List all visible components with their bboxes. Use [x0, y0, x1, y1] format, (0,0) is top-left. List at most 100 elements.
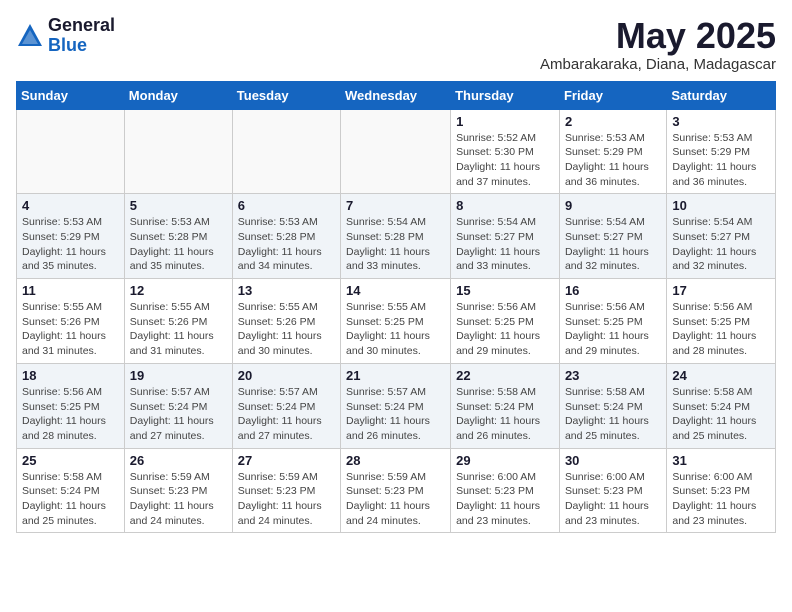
calendar-day-cell: 28 Sunrise: 5:59 AM Sunset: 5:23 PM Dayli… [341, 448, 451, 533]
day-number: 13 [238, 283, 335, 298]
logo: General Blue [16, 16, 115, 56]
day-info: Sunrise: 5:58 AM Sunset: 5:24 PM Dayligh… [672, 385, 770, 444]
day-number: 11 [22, 283, 119, 298]
day-number: 30 [565, 453, 661, 468]
calendar-day-cell: 20 Sunrise: 5:57 AM Sunset: 5:24 PM Dayli… [232, 363, 340, 448]
day-number: 25 [22, 453, 119, 468]
calendar-day-cell [232, 109, 340, 194]
day-number: 12 [130, 283, 227, 298]
day-number: 23 [565, 368, 661, 383]
day-info: Sunrise: 5:57 AM Sunset: 5:24 PM Dayligh… [238, 385, 335, 444]
month-title: May 2025 [540, 16, 776, 56]
calendar-day-cell: 15Sunrise: 5:56 AM Sunset: 5:25 PM Dayli… [451, 279, 560, 364]
calendar-day-cell: 29 Sunrise: 6:00 AM Sunset: 5:23 PM Dayli… [451, 448, 560, 533]
logo-blue: Blue [48, 36, 115, 56]
day-number: 4 [22, 198, 119, 213]
header-day: Saturday [667, 81, 776, 109]
calendar-day-cell: 25 Sunrise: 5:58 AM Sunset: 5:24 PM Dayli… [17, 448, 125, 533]
logo-icon [16, 22, 44, 50]
day-number: 14 [346, 283, 445, 298]
calendar-day-cell: 24 Sunrise: 5:58 AM Sunset: 5:24 PM Dayli… [667, 363, 776, 448]
calendar-day-cell: 1 Sunrise: 5:52 AM Sunset: 5:30 PM Daylig… [451, 109, 560, 194]
day-info: Sunrise: 5:52 AM Sunset: 5:30 PM Dayligh… [456, 131, 554, 190]
day-info: Sunrise: 5:59 AM Sunset: 5:23 PM Dayligh… [130, 470, 227, 529]
logo-text: General Blue [48, 16, 115, 56]
day-number: 16 [565, 283, 661, 298]
day-info: Sunrise: 6:00 AM Sunset: 5:23 PM Dayligh… [672, 470, 770, 529]
day-info: Sunrise: 5:58 AM Sunset: 5:24 PM Dayligh… [22, 470, 119, 529]
day-number: 27 [238, 453, 335, 468]
calendar-day-cell: 13 Sunrise: 5:55 AM Sunset: 5:26 PM Dayli… [232, 279, 340, 364]
calendar-day-cell: 19 Sunrise: 5:57 AM Sunset: 5:24 PM Dayli… [124, 363, 232, 448]
day-info: Sunrise: 5:58 AM Sunset: 5:24 PM Dayligh… [456, 385, 554, 444]
header-day: Thursday [451, 81, 560, 109]
day-number: 24 [672, 368, 770, 383]
day-info: Sunrise: 6:00 AM Sunset: 5:23 PM Dayligh… [565, 470, 661, 529]
page-header: General Blue May 2025 Ambarakaraka, Dian… [16, 16, 776, 73]
calendar-day-cell: 4 Sunrise: 5:53 AM Sunset: 5:29 PM Daylig… [17, 194, 125, 279]
calendar-week-row: 1 Sunrise: 5:52 AM Sunset: 5:30 PM Daylig… [17, 109, 776, 194]
day-number: 7 [346, 198, 445, 213]
day-info: Sunrise: 5:57 AM Sunset: 5:24 PM Dayligh… [346, 385, 445, 444]
header-day: Tuesday [232, 81, 340, 109]
day-number: 3 [672, 114, 770, 129]
day-info: Sunrise: 5:53 AM Sunset: 5:29 PM Dayligh… [22, 215, 119, 274]
calendar-day-cell: 3Sunrise: 5:53 AM Sunset: 5:29 PM Daylig… [667, 109, 776, 194]
header-row: SundayMondayTuesdayWednesdayThursdayFrid… [17, 81, 776, 109]
day-info: Sunrise: 5:56 AM Sunset: 5:25 PM Dayligh… [672, 300, 770, 359]
day-number: 17 [672, 283, 770, 298]
day-number: 10 [672, 198, 770, 213]
day-info: Sunrise: 5:53 AM Sunset: 5:28 PM Dayligh… [130, 215, 227, 274]
day-number: 5 [130, 198, 227, 213]
calendar-week-row: 4 Sunrise: 5:53 AM Sunset: 5:29 PM Daylig… [17, 194, 776, 279]
day-number: 31 [672, 453, 770, 468]
calendar-day-cell: 18Sunrise: 5:56 AM Sunset: 5:25 PM Dayli… [17, 363, 125, 448]
day-number: 6 [238, 198, 335, 213]
day-info: Sunrise: 5:54 AM Sunset: 5:27 PM Dayligh… [672, 215, 770, 274]
header-day: Wednesday [341, 81, 451, 109]
calendar-day-cell: 14 Sunrise: 5:55 AM Sunset: 5:25 PM Dayli… [341, 279, 451, 364]
day-number: 1 [456, 114, 554, 129]
day-number: 19 [130, 368, 227, 383]
calendar-day-cell [17, 109, 125, 194]
calendar-day-cell: 8 Sunrise: 5:54 AM Sunset: 5:27 PM Daylig… [451, 194, 560, 279]
calendar-day-cell: 16 Sunrise: 5:56 AM Sunset: 5:25 PM Dayli… [559, 279, 666, 364]
calendar-body: 1 Sunrise: 5:52 AM Sunset: 5:30 PM Daylig… [17, 109, 776, 533]
day-info: Sunrise: 5:55 AM Sunset: 5:26 PM Dayligh… [130, 300, 227, 359]
day-info: Sunrise: 5:57 AM Sunset: 5:24 PM Dayligh… [130, 385, 227, 444]
day-number: 9 [565, 198, 661, 213]
calendar-day-cell: 12 Sunrise: 5:55 AM Sunset: 5:26 PM Dayli… [124, 279, 232, 364]
day-number: 29 [456, 453, 554, 468]
calendar-day-cell: 23 Sunrise: 5:58 AM Sunset: 5:24 PM Dayli… [559, 363, 666, 448]
day-number: 28 [346, 453, 445, 468]
day-info: Sunrise: 6:00 AM Sunset: 5:23 PM Dayligh… [456, 470, 554, 529]
day-info: Sunrise: 5:54 AM Sunset: 5:27 PM Dayligh… [456, 215, 554, 274]
calendar-day-cell: 5 Sunrise: 5:53 AM Sunset: 5:28 PM Daylig… [124, 194, 232, 279]
day-info: Sunrise: 5:53 AM Sunset: 5:29 PM Dayligh… [565, 131, 661, 190]
day-number: 22 [456, 368, 554, 383]
day-info: Sunrise: 5:58 AM Sunset: 5:24 PM Dayligh… [565, 385, 661, 444]
calendar-day-cell: 9 Sunrise: 5:54 AM Sunset: 5:27 PM Daylig… [559, 194, 666, 279]
calendar-day-cell [124, 109, 232, 194]
calendar-day-cell: 10 Sunrise: 5:54 AM Sunset: 5:27 PM Dayli… [667, 194, 776, 279]
day-number: 8 [456, 198, 554, 213]
day-info: Sunrise: 5:54 AM Sunset: 5:28 PM Dayligh… [346, 215, 445, 274]
header-day: Sunday [17, 81, 125, 109]
title-area: May 2025 Ambarakaraka, Diana, Madagascar [540, 16, 776, 73]
day-info: Sunrise: 5:54 AM Sunset: 5:27 PM Dayligh… [565, 215, 661, 274]
header-day: Friday [559, 81, 666, 109]
day-number: 26 [130, 453, 227, 468]
day-info: Sunrise: 5:53 AM Sunset: 5:28 PM Dayligh… [238, 215, 335, 274]
calendar-day-cell: 21Sunrise: 5:57 AM Sunset: 5:24 PM Dayli… [341, 363, 451, 448]
day-info: Sunrise: 5:55 AM Sunset: 5:25 PM Dayligh… [346, 300, 445, 359]
day-info: Sunrise: 5:56 AM Sunset: 5:25 PM Dayligh… [565, 300, 661, 359]
calendar-day-cell: 31 Sunrise: 6:00 AM Sunset: 5:23 PM Dayli… [667, 448, 776, 533]
day-info: Sunrise: 5:56 AM Sunset: 5:25 PM Dayligh… [456, 300, 554, 359]
day-info: Sunrise: 5:59 AM Sunset: 5:23 PM Dayligh… [346, 470, 445, 529]
calendar-week-row: 11 Sunrise: 5:55 AM Sunset: 5:26 PM Dayli… [17, 279, 776, 364]
calendar-day-cell: 17 Sunrise: 5:56 AM Sunset: 5:25 PM Dayli… [667, 279, 776, 364]
day-info: Sunrise: 5:55 AM Sunset: 5:26 PM Dayligh… [238, 300, 335, 359]
day-number: 20 [238, 368, 335, 383]
day-number: 18 [22, 368, 119, 383]
calendar-day-cell: 7 Sunrise: 5:54 AM Sunset: 5:28 PM Daylig… [341, 194, 451, 279]
